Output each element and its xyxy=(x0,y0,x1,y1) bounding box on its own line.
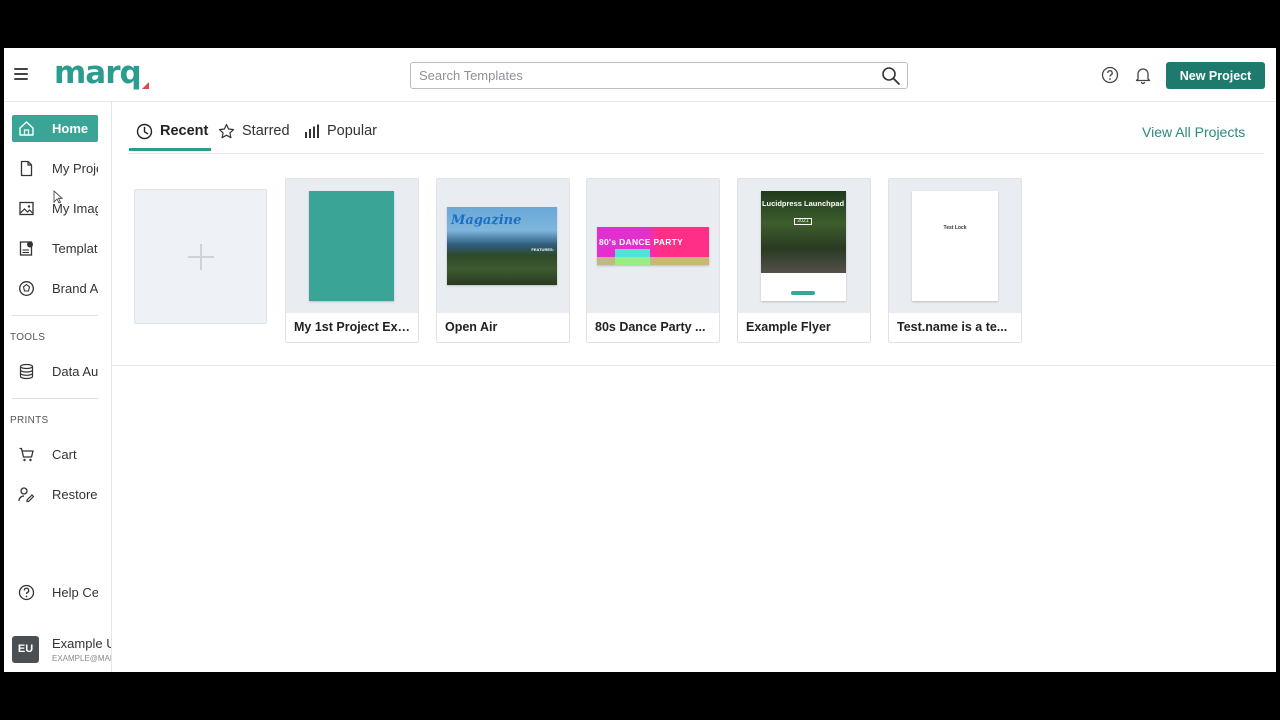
sidebar-item-label: My Proje xyxy=(52,161,98,176)
sidebar-item-my-projects[interactable]: My Proje xyxy=(12,155,98,182)
home-icon xyxy=(19,121,34,136)
project-thumbnail-area: Test Lock xyxy=(889,179,1021,313)
new-project-button[interactable]: New Project xyxy=(1166,62,1265,89)
thumbnail-text: Test Lock xyxy=(943,225,967,231)
sidebar-item-data-automation[interactable]: Data Au xyxy=(12,358,98,385)
sidebar-item-help-center[interactable]: Help Ce xyxy=(12,579,98,606)
project-name: Test.name is a te... xyxy=(897,320,1008,334)
restore-icon xyxy=(18,487,35,503)
project-thumbnail-area: 80's DANCE PARTY xyxy=(587,179,719,313)
plus-icon xyxy=(200,244,202,270)
tabs-divider xyxy=(129,153,1263,154)
star-icon xyxy=(218,123,235,139)
sidebar: Home My Proje My Imag Templat Brand A TO… xyxy=(4,102,112,672)
avatar: EU xyxy=(12,636,39,663)
tools-heading: TOOLS xyxy=(10,332,46,343)
database-icon xyxy=(19,363,34,380)
project-name: 80s Dance Party ... xyxy=(595,320,706,334)
document-icon xyxy=(20,160,33,177)
sidebar-item-brand-assets[interactable]: Brand A xyxy=(12,275,98,302)
view-all-projects-link[interactable]: View All Projects xyxy=(1142,124,1245,140)
sidebar-item-cart[interactable]: Cart xyxy=(12,441,98,468)
tab-label: Starred xyxy=(242,123,290,139)
thumbnail-subtext: FEATURES: xyxy=(531,247,554,252)
project-thumbnail: Test Lock xyxy=(912,191,998,301)
cart-icon xyxy=(19,447,34,462)
sidebar-divider xyxy=(12,315,98,316)
template-icon xyxy=(19,241,33,256)
project-card[interactable]: Magazine FEATURES: Open Air xyxy=(436,178,570,343)
thumbnail-text: 80's DANCE PARTY xyxy=(599,237,684,247)
project-name: Open Air xyxy=(445,320,498,334)
active-tab-indicator xyxy=(129,148,211,151)
project-thumbnail-area: Lucidpress Launchpad 2021 xyxy=(738,179,870,313)
project-thumbnail: 80's DANCE PARTY xyxy=(597,227,709,265)
project-thumbnail: Magazine FEATURES: xyxy=(447,207,557,285)
project-name: Example Flyer xyxy=(746,320,831,334)
image-icon xyxy=(19,201,34,216)
sidebar-item-label: Brand A xyxy=(52,281,98,296)
project-thumbnail-area: Magazine FEATURES: xyxy=(437,179,569,313)
help-icon[interactable] xyxy=(1101,66,1119,84)
project-card[interactable]: Lucidpress Launchpad 2021 Example Flyer xyxy=(737,178,871,343)
menu-icon[interactable] xyxy=(14,68,28,80)
marq-logo[interactable]: marq xyxy=(54,55,142,91)
logo-accent xyxy=(142,82,149,89)
sidebar-item-label: Home xyxy=(52,121,89,136)
prints-heading: PRINTS xyxy=(10,415,49,426)
sidebar-item-label: Restore xyxy=(52,487,98,502)
project-card[interactable]: My 1st Project Exa... xyxy=(285,178,419,343)
sidebar-item-label: Data Au xyxy=(52,364,98,379)
search-input[interactable] xyxy=(411,63,871,88)
sidebar-item-label: Cart xyxy=(52,447,77,462)
sidebar-item-restore[interactable]: Restore xyxy=(12,481,98,508)
content-divider xyxy=(112,365,1276,366)
sidebar-item-label: Help Ce xyxy=(52,585,98,600)
palette-icon xyxy=(19,281,34,296)
project-name: My 1st Project Exa... xyxy=(294,320,412,334)
tab-label: Recent xyxy=(160,123,209,139)
bell-icon[interactable] xyxy=(1134,66,1152,84)
sidebar-divider xyxy=(12,398,98,399)
project-thumbnail-area xyxy=(286,179,418,313)
user-name: Example U xyxy=(52,636,112,651)
sidebar-item-label: Templat xyxy=(52,241,98,256)
project-thumbnail xyxy=(309,191,394,301)
tab-starred[interactable]: Starred xyxy=(212,116,296,152)
user-profile[interactable]: EU Example U EXAMPLE@MAR xyxy=(12,634,112,670)
thumbnail-shape xyxy=(597,257,709,265)
thumbnail-text: Magazine xyxy=(451,213,522,228)
search-bar xyxy=(410,62,908,89)
tab-label: Popular xyxy=(327,123,377,139)
user-email: EXAMPLE@MAR xyxy=(52,654,112,663)
tab-popular[interactable]: Popular xyxy=(297,116,381,152)
search-icon[interactable] xyxy=(881,66,901,86)
sidebar-item-home[interactable]: Home xyxy=(12,115,98,142)
project-card[interactable]: Test Lock Test.name is a te... xyxy=(888,178,1022,343)
help-icon xyxy=(18,584,35,601)
project-thumbnail: Lucidpress Launchpad 2021 xyxy=(761,191,846,301)
thumbnail-shape xyxy=(791,291,815,295)
thumbnail-subtext: 2021 xyxy=(794,218,812,225)
project-card[interactable]: 80's DANCE PARTY 80s Dance Party ... xyxy=(586,178,720,343)
bar-chart-icon xyxy=(305,124,319,138)
app-window: marq New Project Home My Proje My Imag T… xyxy=(4,48,1276,672)
clock-icon xyxy=(136,123,153,140)
thumbnail-text: Lucidpress Launchpad xyxy=(761,199,845,208)
mouse-cursor-icon xyxy=(53,190,63,204)
top-header: marq New Project xyxy=(4,48,1276,102)
tab-recent[interactable]: Recent xyxy=(130,116,212,152)
create-new-project-card[interactable] xyxy=(134,189,267,324)
sidebar-item-templates[interactable]: Templat xyxy=(12,235,98,262)
